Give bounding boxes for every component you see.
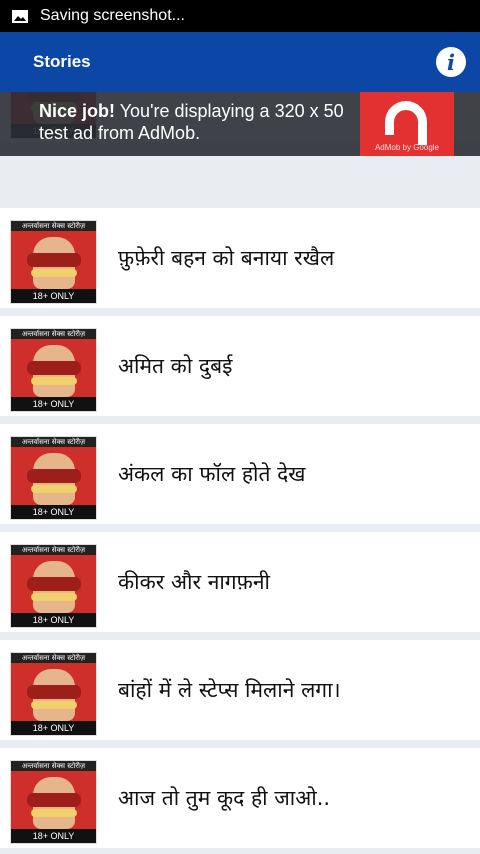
thumbnail-label: अन्तर्वासना सेक्स स्टोरीज़ (21, 330, 86, 338)
thumbnail-art (11, 555, 96, 615)
story-title: आज तो तुम कूद ही जाओ.. (118, 786, 331, 810)
image-icon (12, 9, 28, 23)
ad-text: Nice job! You're displaying a 320 x 50 t… (39, 100, 359, 144)
age-badge: 18+ ONLY (32, 399, 75, 409)
admob-logo-icon (385, 101, 427, 145)
thumbnail-art (11, 771, 96, 831)
story-list[interactable]: अन्तर्वासना सेक्स स्टोरीज़ 18+ ONLY अन्त… (0, 92, 480, 854)
status-bar: Saving screenshot... (0, 0, 480, 32)
age-badge: 18+ ONLY (32, 507, 75, 517)
thumbnail-art (11, 447, 96, 507)
thumbnail-label: अन्तर्वासना सेक्स स्टोरीज़ (21, 546, 86, 554)
app-title: Stories (33, 52, 91, 71)
age-badge: 18+ ONLY (32, 831, 75, 841)
story-thumbnail: अन्तर्वासना सेक्स स्टोरीज़ 18+ ONLY (6, 648, 101, 740)
story-row[interactable]: अन्तर्वासना सेक्स स्टोरीज़ 18+ ONLY बांह… (0, 640, 480, 740)
ad-banner[interactable]: Nice job! You're displaying a 320 x 50 t… (0, 92, 480, 156)
admob-logo[interactable]: AdMob by Google (360, 92, 454, 156)
story-row[interactable]: अन्तर्वासना सेक्स स्टोरीज़ 18+ ONLY आज त… (0, 748, 480, 848)
info-icon[interactable]: i (436, 47, 466, 77)
thumbnail-label: अन्तर्वासना सेक्स स्टोरीज़ (21, 654, 86, 662)
age-badge: 18+ ONLY (32, 615, 75, 625)
thumbnail-label: अन्तर्वासना सेक्स स्टोरीज़ (21, 762, 86, 770)
story-title: फ़ुफ़ेरी बहन को बनाया रखैल (118, 246, 335, 270)
story-thumbnail: अन्तर्वासना सेक्स स्टोरीज़ 18+ ONLY (6, 432, 101, 524)
thumbnail-label: अन्तर्वासना सेक्स स्टोरीज़ (21, 222, 86, 230)
story-title: अंकल का फॉल होते देख (118, 462, 306, 486)
thumbnail-label: अन्तर्वासना सेक्स स्टोरीज़ (21, 438, 86, 446)
story-title: कीकर और नागफ़नी (118, 570, 270, 594)
story-thumbnail: अन्तर्वासना सेक्स स्टोरीज़ 18+ ONLY (6, 756, 101, 848)
thumbnail-art (11, 339, 96, 399)
thumbnail-art (11, 231, 96, 291)
story-thumbnail: अन्तर्वासना सेक्स स्टोरीज़ 18+ ONLY (6, 540, 101, 632)
story-row[interactable]: अन्तर्वासना सेक्स स्टोरीज़ 18+ ONLY अंकल… (0, 424, 480, 524)
story-title: अमित को दुबई (118, 354, 233, 378)
story-row[interactable]: अन्तर्वासना सेक्स स्टोरीज़ 18+ ONLY अमित… (0, 316, 480, 416)
ad-brand: AdMob by Google (374, 143, 440, 152)
thumbnail-art (11, 663, 96, 723)
age-badge: 18+ ONLY (32, 723, 75, 733)
story-thumbnail: अन्तर्वासना सेक्स स्टोरीज़ 18+ ONLY (6, 324, 101, 416)
story-title: बांहों में ले स्टेप्स मिलाने लगा। (118, 678, 341, 702)
age-badge: 18+ ONLY (32, 291, 75, 301)
app-bar: Stories i (0, 32, 480, 92)
story-row[interactable]: अन्तर्वासना सेक्स स्टोरीज़ 18+ ONLY कीकर… (0, 532, 480, 632)
ad-headline: Nice job! (39, 101, 116, 121)
story-thumbnail: अन्तर्वासना सेक्स स्टोरीज़ 18+ ONLY (6, 216, 101, 308)
status-text: Saving screenshot... (40, 7, 185, 24)
story-row[interactable]: अन्तर्वासना सेक्स स्टोरीज़ 18+ ONLY फ़ुफ… (0, 208, 480, 308)
